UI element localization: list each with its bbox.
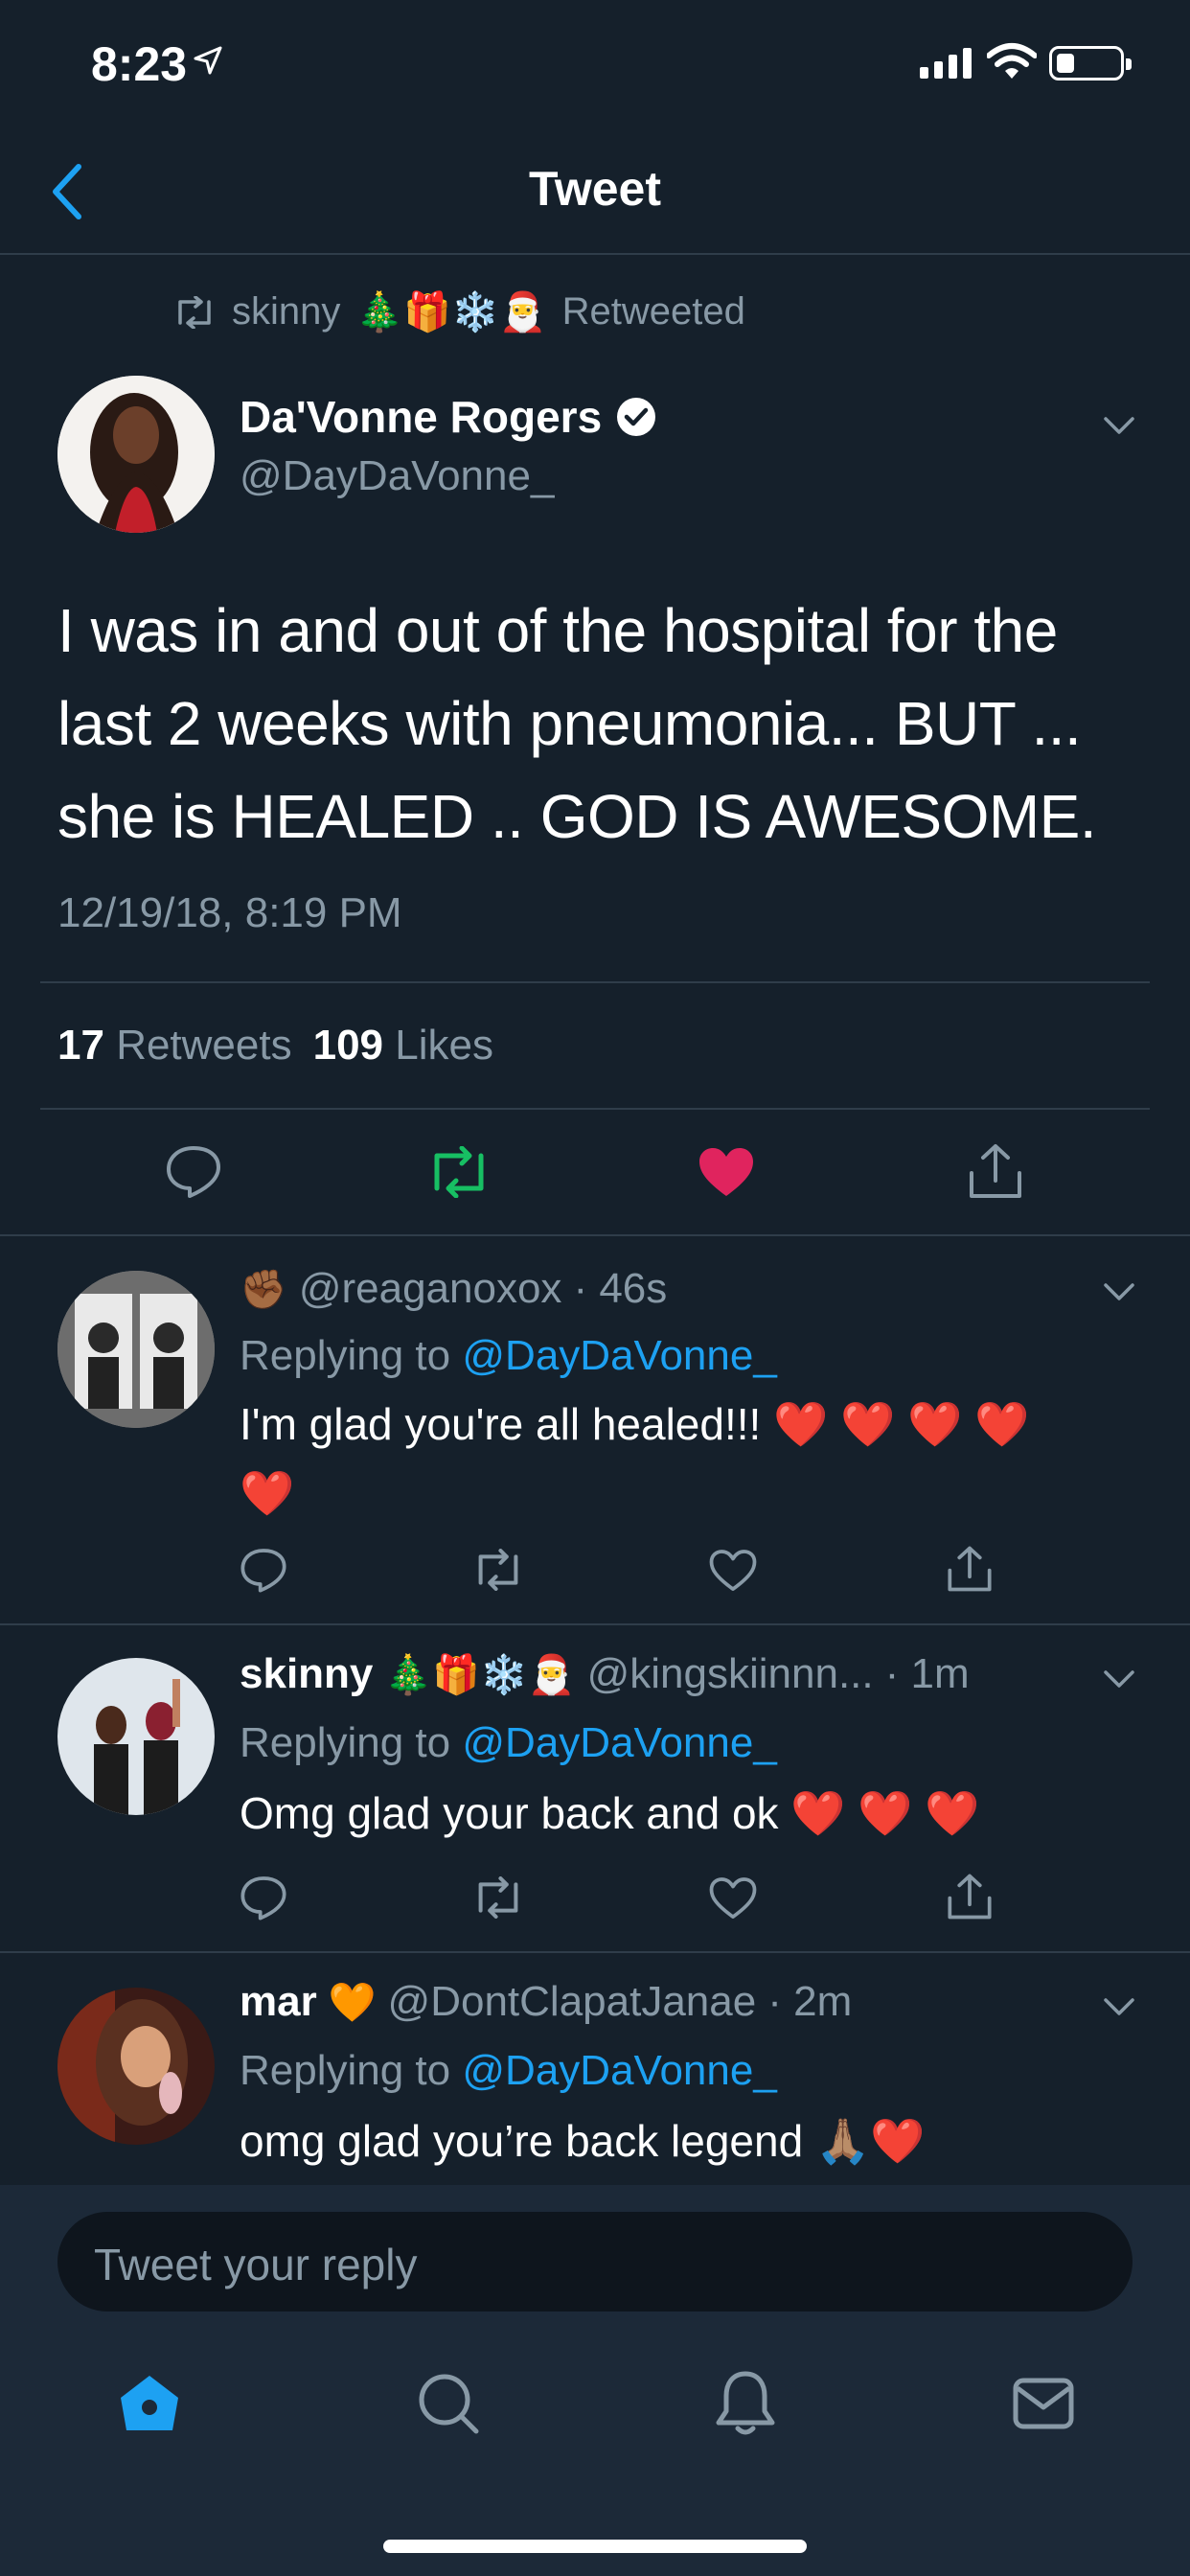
retweeter-emojis: 🎄🎁❄️🎅 [355,291,547,334]
reply-time: · 1m [884,1650,970,1697]
like-heart-icon[interactable] [709,1876,757,1920]
status-time: 8:23 [91,37,188,91]
reply-handle[interactable]: @reaganoxox [299,1265,562,1313]
tweet-text-line: I was in and out of the hospital for the [57,596,1058,665]
reply-name-emoji: 🧡 [328,1981,377,2024]
replying-to-handle[interactable]: @DayDaVonne_ [462,2047,776,2094]
home-icon[interactable] [117,2373,182,2434]
messages-icon[interactable] [1012,2377,1075,2430]
reply-icon[interactable] [240,1874,287,1920]
tweet-timestamp: 12/19/18, 8:19 PM [57,889,402,936]
chevron-down-icon[interactable] [1102,414,1136,437]
author-avatar[interactable] [57,376,215,533]
tweet-text-line: last 2 weeks with pneumonia... BUT ... [57,689,1082,758]
retweet-icon[interactable] [471,1549,525,1591]
replying-to: Replying to @DayDaVonne_ [240,1332,777,1380]
likes-label: Likes [395,1022,493,1069]
reply-text: I'm glad you're all healed!!! ❤️ ❤️ ❤️ ❤… [240,1390,1121,1528]
retweets-label: Retweets [116,1022,292,1069]
search-icon[interactable] [416,2371,481,2436]
reply-name[interactable]: mar [240,1978,317,2026]
retweet-icon [178,295,211,329]
author-name: Da'Vonne Rogers [240,392,603,442]
reply-handle[interactable]: @kingskiinnn... [587,1650,874,1698]
retweets-stat[interactable]: 17 Retweets [57,1022,292,1070]
reply-time: · 2m [767,1978,853,2025]
reply-header: skinny 🎄🎁❄️🎅 @kingskiinnn... · 1m [240,1650,970,1698]
tweet-stats: 17 Retweets 109 Likes [57,1022,493,1070]
retweet-icon[interactable] [425,1146,492,1198]
likes-stat[interactable]: 109 Likes [313,1022,493,1070]
wifi-icon [987,43,1037,79]
like-heart-icon[interactable] [698,1146,755,1198]
replying-to: Replying to @DayDaVonne_ [240,1719,777,1767]
share-icon[interactable] [947,1545,993,1593]
replying-prefix: Replying to [240,1719,451,1766]
reply-name[interactable]: skinny [240,1650,373,1698]
share-icon[interactable] [968,1142,1023,1200]
tweet-text: I was in and out of the hospital for the… [57,585,1150,863]
replying-to-handle[interactable]: @DayDaVonne_ [462,1332,776,1379]
home-indicator [383,2540,807,2553]
reply-avatar[interactable] [57,1271,215,1428]
retweeted-by[interactable]: skinny 🎄🎁❄️🎅 Retweeted [172,289,745,334]
reply-avatar[interactable] [57,1658,215,1815]
chevron-down-icon[interactable] [1102,1995,1136,2018]
reply-time: · 46s [573,1265,668,1312]
location-arrow-icon [194,46,222,75]
replying-to: Replying to @DayDaVonne_ [240,2047,777,2095]
replying-to-handle[interactable]: @DayDaVonne_ [462,1719,776,1766]
divider [0,1234,1190,1236]
reply-header: ✊🏾 @reaganoxox · 46s [240,1265,667,1313]
retweeted-label: Retweeted [561,290,745,333]
replying-prefix: Replying to [240,1332,451,1379]
likes-count: 109 [312,1022,384,1069]
divider [0,1951,1190,1953]
tweet-text-line: she is HEALED .. GOD IS AWESOME. [57,782,1097,851]
divider [0,1623,1190,1625]
retweets-count: 17 [57,1022,104,1069]
chevron-down-icon[interactable] [1102,1668,1136,1690]
share-icon[interactable] [947,1873,993,1920]
like-heart-icon[interactable] [709,1549,757,1593]
cellular-signal-icon [920,48,972,79]
reply-icon[interactable] [240,1547,287,1593]
reply-text-line: ❤️ [240,1468,295,1518]
author-name-row[interactable]: Da'Vonne Rogers [240,391,657,443]
retweeter-name: skinny [232,290,341,333]
divider [40,981,1150,983]
page-title: Tweet [529,162,661,216]
retweet-icon[interactable] [471,1876,525,1919]
reply-composer-placeholder: Tweet your reply [94,2240,418,2289]
reply-text: omg glad you’re back legend 🙏🏽❤️ [240,2116,926,2166]
chevron-down-icon[interactable] [1102,1280,1136,1303]
divider [40,1108,1150,1110]
author-handle[interactable]: @DayDaVonne_ [240,452,554,500]
notifications-icon[interactable] [715,2369,776,2438]
reply-handle[interactable]: @DontClapatJanae [388,1978,757,2026]
reply-icon[interactable] [165,1144,222,1198]
verified-badge-icon [617,398,656,436]
reply-text: Omg glad your back and ok ❤️ ❤️ ❤️ [240,1788,980,1838]
battery-icon [1049,46,1132,80]
reply-name-emoji: 🎄🎁❄️🎅 [384,1653,576,1696]
reply-name-emoji: ✊🏾 [240,1268,287,1311]
header-divider [0,253,1190,255]
reply-avatar[interactable] [57,1988,215,2145]
reply-header: mar 🧡 @DontClapatJanae · 2m [240,1978,852,2026]
replying-prefix: Replying to [240,2047,451,2094]
reply-text-line: I'm glad you're all healed!!! ❤️ ❤️ ❤️ ❤… [240,1399,1030,1449]
